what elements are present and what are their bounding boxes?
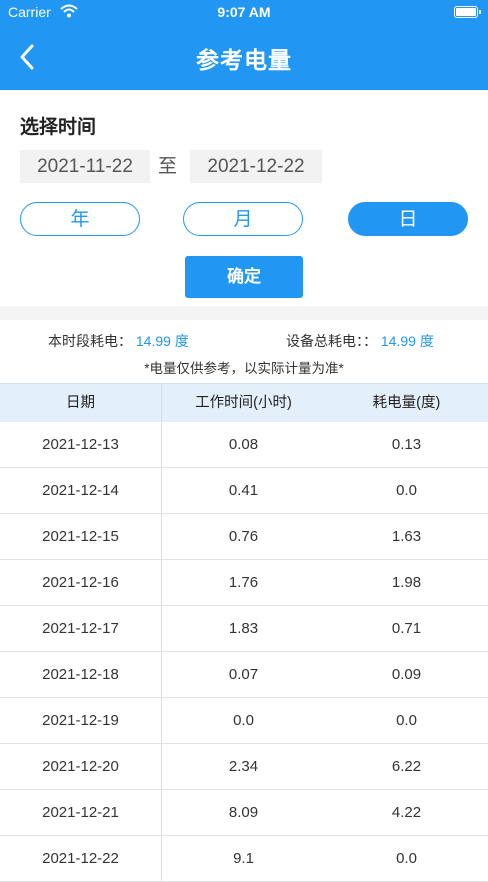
cell-consumption: 0.71 [391,620,422,637]
table-body: 2021-12-13 0.08 0.13 2021-12-14 0.41 0.0 2021-… [0,422,488,882]
cell-consumption: 0.09 [391,666,422,683]
cell-consumption: 0.0 [396,482,417,499]
range-separator: 至 [158,156,178,177]
cell-work-hours: 0.07 [228,666,259,683]
cell-date: 2021-12-21 [0,790,162,835]
table-header: 日期 工作时间(小时) 耗电量(度) [0,383,488,422]
cell-consumption: 6.22 [391,758,422,775]
cell-date: 2021-12-18 [0,652,162,697]
cell-consumption: 0.13 [391,436,422,453]
cell-date: 2021-12-20 [0,744,162,789]
battery-icon [454,6,481,18]
header-date: 日期 [0,384,162,422]
cell-date: 2021-12-15 [0,514,162,559]
period-usage: 本时段耗电： 14.99 度 [48,331,189,351]
header-work-hours: 工作时间(小时) [195,395,292,411]
usage-table: 日期 工作时间(小时) 耗电量(度) 2021-12-13 0.08 0.13 202… [0,383,488,882]
start-date-field[interactable]: 2021-11-22 [20,150,150,183]
cell-work-hours: 1.83 [228,620,259,637]
segment-day-button[interactable]: 日 [348,202,468,236]
cell-consumption: 4.22 [391,804,422,821]
cell-date: 2021-12-22 [0,836,162,881]
reference-note: *电量仅供参考，以实际计量为准* [144,361,344,376]
header-consumption: 耗电量(度) [372,395,441,411]
cell-consumption: 0.0 [396,712,417,729]
cell-work-hours: 2.34 [228,758,259,775]
table-row: 2021-12-19 0.0 0.0 [0,698,488,744]
cell-date: 2021-12-14 [0,468,162,513]
total-usage-label: 设备总耗电：： [286,333,377,349]
page-title: 参考电量 [196,47,292,73]
table-row: 2021-12-14 0.41 0.0 [0,468,488,514]
cell-consumption: 1.98 [391,574,422,591]
table-row: 2021-12-15 0.76 1.63 [0,514,488,560]
cell-work-hours: 0.41 [228,482,259,499]
select-time-label: 选择时间 [20,117,97,138]
cell-date: 2021-12-16 [0,560,162,605]
cell-consumption: 1.63 [391,528,422,545]
segment-month-button[interactable]: 月 [183,202,303,236]
cell-date: 2021-12-19 [0,698,162,743]
period-usage-label: 本时段耗电： [48,333,132,349]
status-bar: Carrier 9:07 AM [0,0,488,24]
nav-bar: 参考电量 [0,24,488,90]
table-row: 2021-12-16 1.76 1.98 [0,560,488,606]
table-row: 2021-12-20 2.34 6.22 [0,744,488,790]
period-usage-value: 14.99 度 [135,333,189,349]
total-usage: 设备总耗电：： 14.99 度 [286,331,434,351]
table-row: 2021-12-22 9.1 0.0 [0,836,488,882]
cell-work-hours: 0.0 [233,712,254,729]
total-usage-value: 14.99 度 [380,333,434,349]
segment-year-button[interactable]: 年 [20,202,140,236]
table-row: 2021-12-18 0.07 0.09 [0,652,488,698]
cell-work-hours: 1.76 [228,574,259,591]
cell-work-hours: 0.08 [228,436,259,453]
table-row: 2021-12-17 1.83 0.71 [0,606,488,652]
table-row: 2021-12-13 0.08 0.13 [0,422,488,468]
cell-work-hours: 0.76 [228,528,259,545]
cell-work-hours: 8.09 [228,804,259,821]
cell-work-hours: 9.1 [233,850,254,867]
usage-summary: 本时段耗电： 14.99 度 设备总耗电：： 14.99 度 *电量仅供参考，以… [0,320,488,382]
section-divider [0,306,488,320]
table-row: 2021-12-21 8.09 4.22 [0,790,488,836]
clock-time: 9:07 AM [217,4,271,20]
cell-date: 2021-12-17 [0,606,162,651]
cell-consumption: 0.0 [396,850,417,867]
end-date-field[interactable]: 2021-12-22 [190,150,322,183]
cell-date: 2021-12-13 [0,422,162,467]
confirm-button[interactable]: 确定 [185,256,303,298]
time-filter-panel: 选择时间 2021-11-22 至 2021-12-22 年 月 日 确定 [0,90,488,306]
